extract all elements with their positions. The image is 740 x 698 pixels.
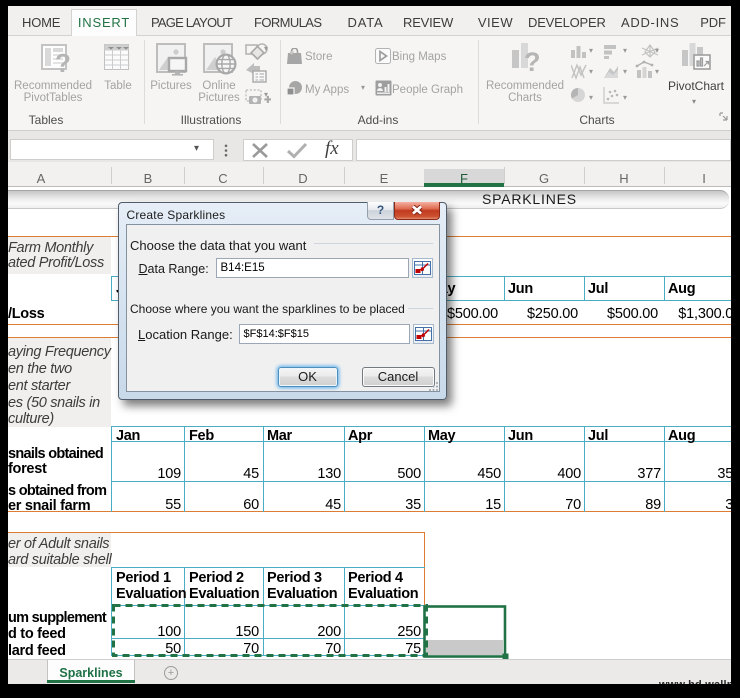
svg-text:?: ?	[55, 48, 71, 75]
svg-text:?: ?	[524, 47, 541, 72]
